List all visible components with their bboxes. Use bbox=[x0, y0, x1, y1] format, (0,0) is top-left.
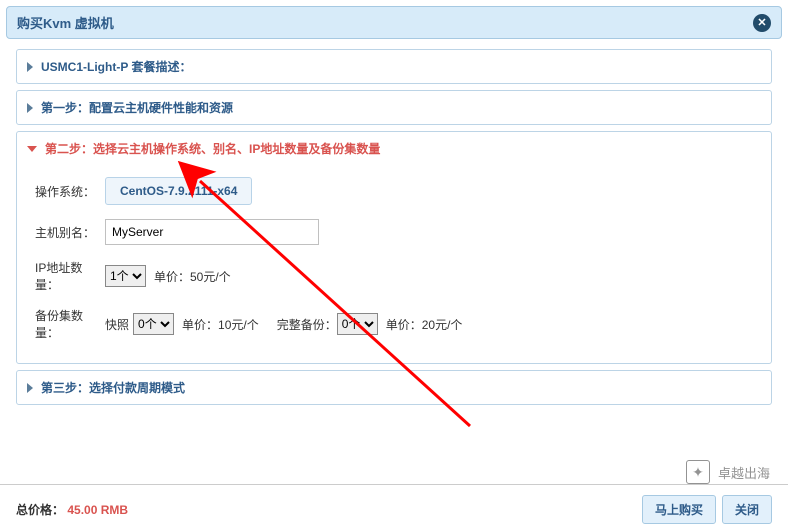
accordion-step1[interactable]: 第一步：配置云主机硬件性能和资源 bbox=[16, 90, 772, 125]
total-price: 45.00 RMB bbox=[67, 503, 128, 517]
chevron-right-icon bbox=[27, 62, 33, 72]
accordion-step2: 第二步：选择云主机操作系统、别名、IP地址数量及备份集数量 操作系统： Cent… bbox=[16, 131, 772, 364]
chevron-right-icon bbox=[27, 103, 33, 113]
accordion-step3[interactable]: 第三步：选择付款周期模式 bbox=[16, 370, 772, 405]
accordion-step2-title: 第二步：选择云主机操作系统、别名、IP地址数量及备份集数量 bbox=[45, 140, 380, 157]
chevron-right-icon bbox=[27, 383, 33, 393]
ip-unit-label: 单价：50元/个 bbox=[154, 268, 231, 285]
chevron-down-icon bbox=[27, 146, 37, 152]
os-label: 操作系统： bbox=[35, 183, 105, 200]
full-backup-label: 完整备份： bbox=[277, 316, 337, 333]
accordion-step1-title: 第一步：配置云主机硬件性能和资源 bbox=[41, 99, 233, 116]
accordion-package-title: USMC1-Light-P 套餐描述： bbox=[41, 58, 191, 75]
row-backup: 备份集数量： 快照 0个 单价：10元/个 完整备份： 0个 单价：20元/个 bbox=[35, 307, 753, 341]
total-price-area: 总价格： 45.00 RMB bbox=[16, 501, 128, 518]
row-ip-count: IP地址数量： 1个 单价：50元/个 bbox=[35, 259, 753, 293]
wechat-icon: ✦ bbox=[686, 460, 710, 484]
snapshot-select[interactable]: 0个 bbox=[133, 313, 174, 335]
watermark: ✦ 卓越出海 bbox=[686, 460, 770, 484]
row-os: 操作系统： CentOS-7.9.2111-x64 bbox=[35, 177, 753, 205]
full-backup-unit: 单价：20元/个 bbox=[386, 316, 463, 333]
ip-count-select[interactable]: 1个 bbox=[105, 265, 146, 287]
alias-input[interactable] bbox=[105, 219, 319, 245]
accordion-step2-header[interactable]: 第二步：选择云主机操作系统、别名、IP地址数量及备份集数量 bbox=[17, 132, 771, 165]
step2-body: 操作系统： CentOS-7.9.2111-x64 主机别名： IP地址数量： … bbox=[17, 165, 771, 363]
alias-label: 主机别名： bbox=[35, 224, 105, 241]
backup-label: 备份集数量： bbox=[35, 307, 105, 341]
total-label: 总价格： bbox=[16, 503, 64, 517]
window-title: 购买Kvm 虚拟机 bbox=[17, 13, 114, 32]
close-button[interactable]: 关闭 bbox=[722, 495, 772, 524]
snapshot-label: 快照 bbox=[105, 316, 129, 333]
row-alias: 主机别名： bbox=[35, 219, 753, 245]
os-select-button[interactable]: CentOS-7.9.2111-x64 bbox=[105, 177, 252, 205]
ip-count-label: IP地址数量： bbox=[35, 259, 105, 293]
close-icon[interactable]: ✕ bbox=[753, 14, 771, 32]
full-backup-select[interactable]: 0个 bbox=[337, 313, 378, 335]
buy-now-button[interactable]: 马上购买 bbox=[642, 495, 716, 524]
window-titlebar: 购买Kvm 虚拟机 ✕ bbox=[6, 6, 782, 39]
accordion-step3-title: 第三步：选择付款周期模式 bbox=[41, 379, 185, 396]
footer-bar: 总价格： 45.00 RMB 马上购买 关闭 bbox=[0, 484, 788, 528]
snapshot-unit: 单价：10元/个 bbox=[182, 316, 259, 333]
accordion-package[interactable]: USMC1-Light-P 套餐描述： bbox=[16, 49, 772, 84]
content-area: USMC1-Light-P 套餐描述： 第一步：配置云主机硬件性能和资源 第二步… bbox=[0, 45, 788, 405]
watermark-text: 卓越出海 bbox=[718, 463, 770, 482]
